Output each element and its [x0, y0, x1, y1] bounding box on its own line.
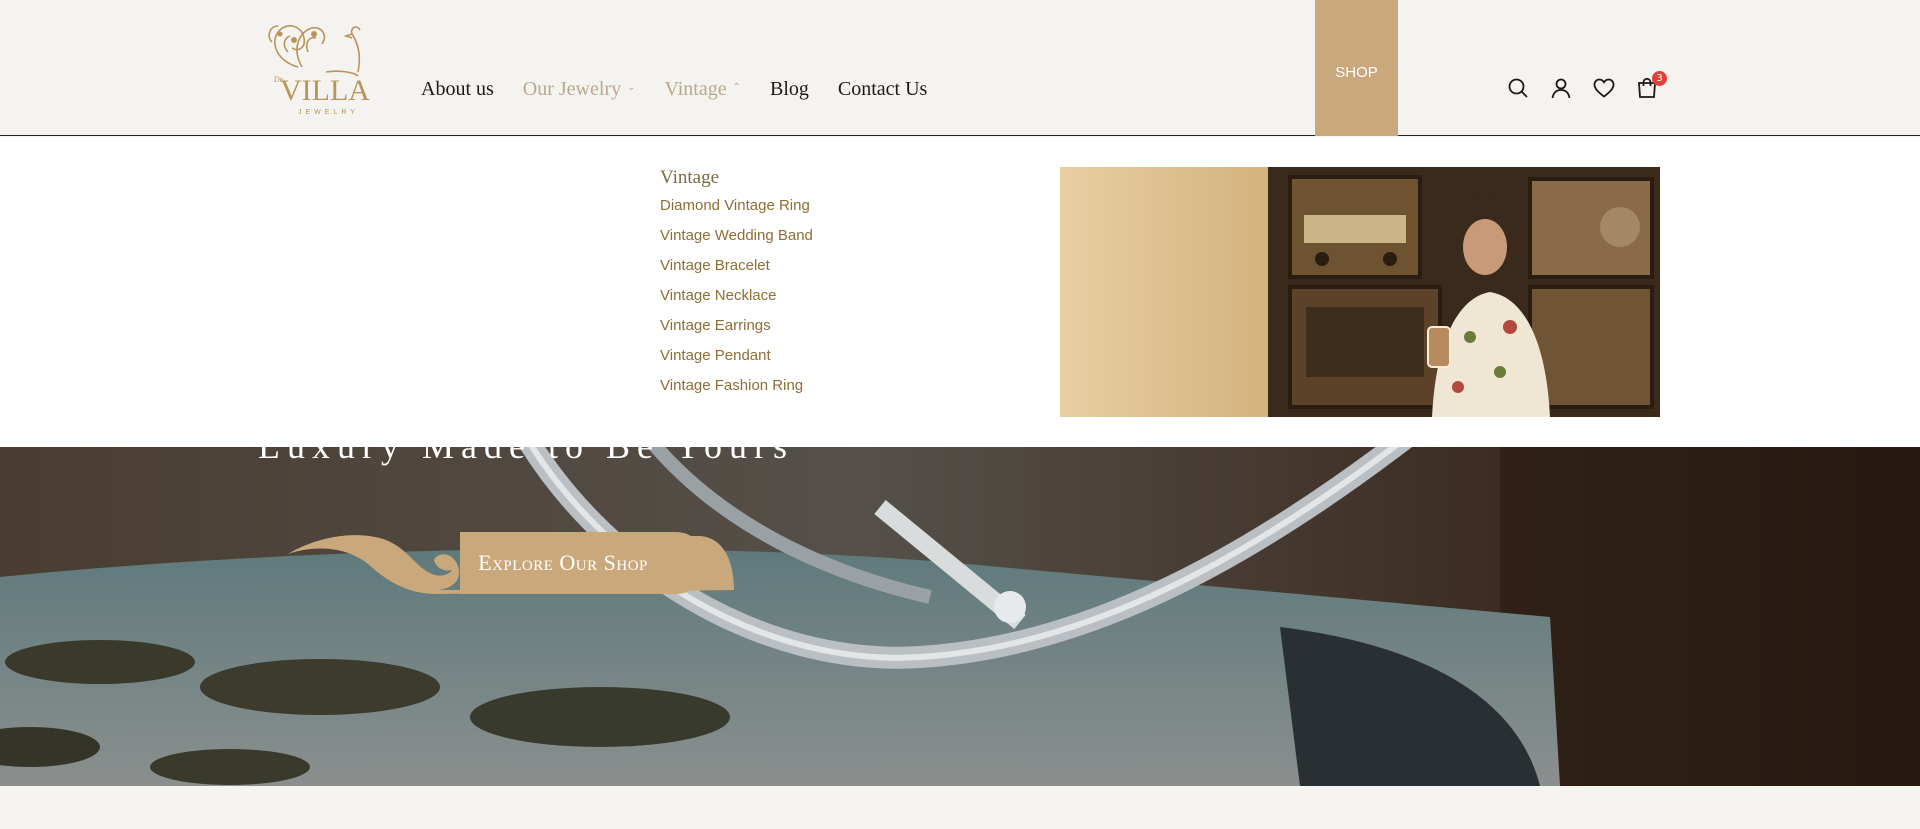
mega-menu-item-diamond-vintage-ring[interactable]: Diamond Vintage Ring — [660, 196, 813, 226]
vintage-promo-image[interactable] — [1060, 167, 1660, 417]
header-icons: 3 — [1506, 71, 1667, 100]
explore-shop-label: Explore Our Shop — [478, 550, 648, 575]
main-nav: About us Our Jewelry ⌄ Vintage ⌃ Blog Co… — [421, 78, 956, 101]
logo-sub-text: JEWELRY — [298, 109, 359, 116]
shop-button-label: SHOP — [1335, 63, 1378, 81]
hero-tagline: Luxury Made to Be Yours — [258, 447, 794, 467]
nav-blog[interactable]: Blog — [770, 78, 809, 101]
hero-background-image — [0, 447, 1920, 786]
mega-menu-item-vintage-fashion-ring[interactable]: Vintage Fashion Ring — [660, 376, 813, 406]
nav-blog-label: Blog — [770, 78, 809, 100]
shopping-bag-icon[interactable]: 3 — [1635, 71, 1667, 100]
mega-menu-title[interactable]: Vintage — [660, 167, 719, 189]
heart-icon[interactable] — [1592, 76, 1616, 100]
cart-count-badge: 3 — [1652, 71, 1667, 86]
nav-contact-us[interactable]: Contact Us — [838, 78, 927, 101]
nav-about-us-label: About us — [421, 78, 494, 100]
nav-vintage-label: Vintage — [664, 78, 727, 100]
nav-about-us[interactable]: About us — [421, 78, 494, 101]
nav-our-jewelry-label: Our Jewelry — [522, 78, 622, 100]
search-icon[interactable] — [1506, 76, 1530, 100]
nav-contact-us-label: Contact Us — [837, 78, 928, 100]
chevron-up-icon: ⌃ — [732, 82, 741, 93]
mega-menu-list: Diamond Vintage Ring Vintage Wedding Ban… — [660, 196, 813, 406]
mega-menu-item-vintage-wedding-band[interactable]: Vintage Wedding Band — [660, 226, 813, 256]
shop-button[interactable]: SHOP — [1315, 0, 1398, 136]
vintage-mega-menu: Vintage Diamond Vintage Ring Vintage Wed… — [0, 137, 1920, 447]
logo-main-text: VILLA — [280, 74, 370, 107]
mega-menu-item-vintage-earrings[interactable]: Vintage Earrings — [660, 316, 813, 346]
chevron-down-icon: ⌄ — [627, 82, 636, 93]
mega-menu-item-vintage-pendant[interactable]: Vintage Pendant — [660, 346, 813, 376]
mega-menu-item-vintage-bracelet[interactable]: Vintage Bracelet — [660, 256, 813, 286]
explore-shop-button[interactable]: Explore Our Shop — [288, 532, 738, 594]
nav-our-jewelry[interactable]: Our Jewelry ⌄ — [523, 78, 636, 101]
hero-banner: Luxury Made to Be Yours Explore Our Shop — [0, 447, 1920, 786]
mega-menu-item-vintage-necklace[interactable]: Vintage Necklace — [660, 286, 813, 316]
user-icon[interactable] — [1549, 76, 1573, 100]
site-header: De VILLA JEWELRY About us Our Jewelry ⌄ … — [0, 0, 1920, 136]
brand-logo[interactable]: De VILLA JEWELRY — [258, 12, 392, 118]
nav-vintage[interactable]: Vintage ⌃ — [665, 78, 742, 101]
page-bottom-strip — [0, 786, 1920, 829]
